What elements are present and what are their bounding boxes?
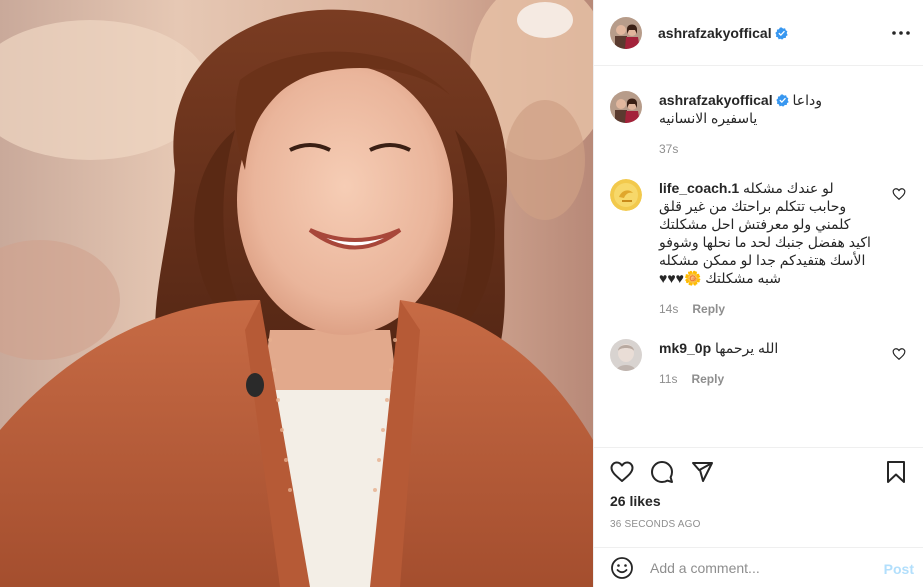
reply-button[interactable]: Reply — [691, 372, 724, 386]
comment-username[interactable]: life_coach.1 — [659, 180, 739, 196]
comment-meta: 14s Reply — [659, 302, 725, 316]
comment-like-heart-icon[interactable] — [892, 187, 906, 201]
comment-input[interactable] — [650, 559, 870, 576]
more-options-icon[interactable] — [890, 22, 912, 44]
comment-icon[interactable] — [650, 460, 674, 484]
caption-avatar[interactable] — [610, 91, 642, 123]
post-container: ashrafzakyoffical ashrafzakyoffical وداع… — [0, 0, 923, 587]
comment-text: الله يرحمها — [715, 340, 779, 356]
commenter-avatar[interactable] — [610, 339, 642, 371]
reply-button[interactable]: Reply — [692, 302, 725, 316]
post-actions: 26 likes 36 SECONDS AGO — [594, 447, 923, 547]
bookmark-icon[interactable] — [884, 460, 908, 484]
comment-meta: 11s Reply — [659, 372, 724, 386]
action-buttons — [610, 460, 714, 484]
heart-icon[interactable] — [610, 460, 634, 484]
author-avatar[interactable] — [610, 16, 642, 49]
post-image — [0, 0, 593, 587]
comment-item: mk9_0p الله يرحمها 11s Reply — [610, 339, 908, 399]
comment-like-heart-icon[interactable] — [892, 347, 906, 361]
comment-time[interactable]: 11s — [659, 372, 677, 386]
post-photo[interactable] — [0, 0, 593, 587]
comment-time[interactable]: 14s — [659, 302, 678, 316]
comment-item: life_coach.1 لو عندك مشكله وحابب تتكلم ب… — [610, 179, 908, 319]
comment-body: mk9_0p الله يرحمها — [659, 339, 879, 357]
share-icon[interactable] — [690, 460, 714, 484]
post-comment-button[interactable]: Post — [884, 561, 914, 577]
caption: ashrafzakyoffical وداعا ياسفيره الانساني… — [610, 91, 908, 161]
likes-count[interactable]: 26 likes — [610, 493, 661, 509]
verified-badge-icon — [774, 26, 788, 40]
smiley-icon[interactable] — [610, 556, 634, 580]
comments-list[interactable]: ashrafzakyoffical وداعا ياسفيره الانساني… — [594, 67, 923, 447]
post-timestamp[interactable]: 36 SECONDS AGO — [610, 519, 701, 530]
caption-body: ashrafzakyoffical وداعا ياسفيره الانساني… — [659, 91, 869, 127]
author-username[interactable]: ashrafzakyoffical — [658, 25, 788, 41]
caption-meta: 37s — [659, 142, 678, 156]
caption-username[interactable]: ashrafzakyoffical — [659, 92, 773, 108]
verified-badge-icon — [775, 94, 789, 107]
post-header: ashrafzakyoffical — [594, 0, 923, 66]
commenter-avatar[interactable] — [610, 179, 642, 211]
comment-username[interactable]: mk9_0p — [659, 340, 711, 356]
comment-body: life_coach.1 لو عندك مشكله وحابب تتكلم ب… — [659, 179, 874, 287]
caption-time[interactable]: 37s — [659, 142, 678, 156]
post-side-panel: ashrafzakyoffical ashrafzakyoffical وداع… — [593, 0, 923, 587]
add-comment-bar: Post — [594, 547, 923, 587]
